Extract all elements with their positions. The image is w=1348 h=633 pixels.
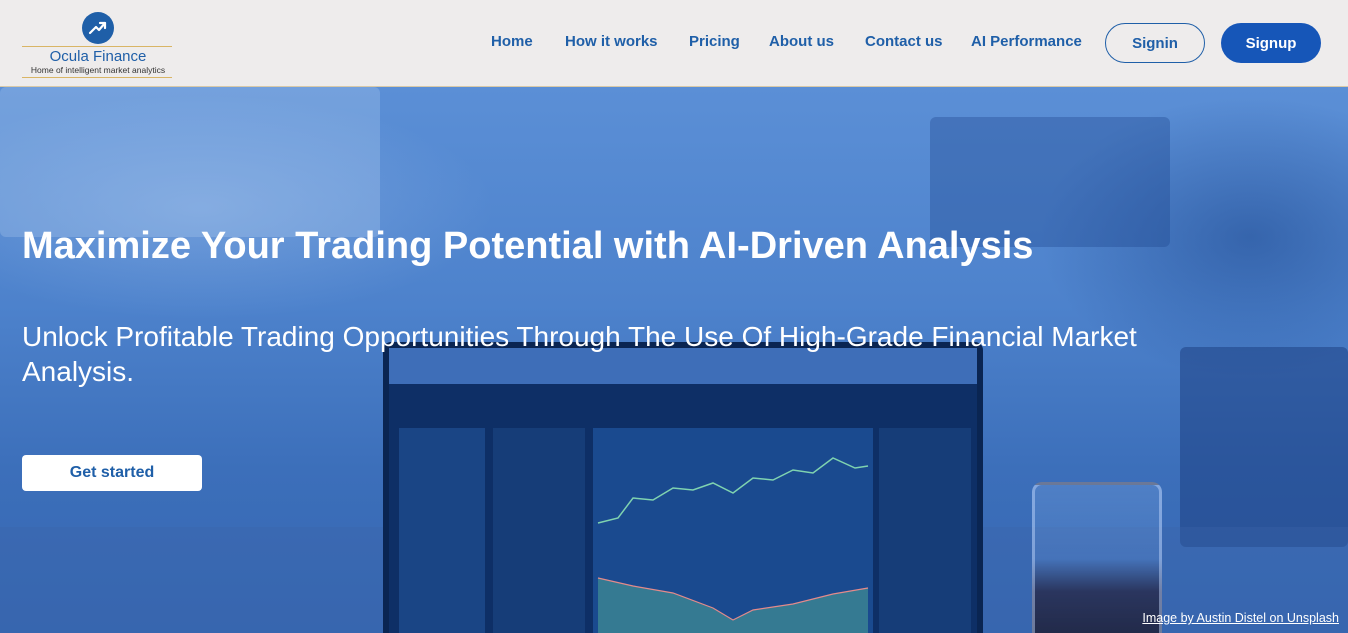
- screen-chart-lines: [597, 457, 869, 633]
- hero-subtitle: Unlock Profitable Trading Opportunities …: [22, 321, 1137, 387]
- image-credit-link[interactable]: Image by Austin Distel on Unsplash: [1142, 611, 1339, 625]
- nav-pricing[interactable]: Pricing: [689, 33, 740, 50]
- nav-home[interactable]: Home: [491, 33, 533, 50]
- background-window: [0, 87, 380, 237]
- trend-up-arrow-icon: [82, 12, 114, 44]
- nav-about-us[interactable]: About us: [769, 33, 834, 50]
- signup-button[interactable]: Signup: [1221, 23, 1321, 63]
- logo-divider-bottom: [22, 77, 172, 78]
- screen-price-chart: [593, 428, 873, 633]
- nav-ai-performance[interactable]: AI Performance: [971, 33, 1082, 50]
- get-started-button[interactable]: Get started: [22, 455, 202, 491]
- nav-contact-us[interactable]: Contact us: [865, 33, 943, 50]
- screen-order-panel: [399, 428, 485, 633]
- brand-tagline: Home of intelligent market analytics: [30, 65, 166, 75]
- site-header: Ocula Finance Home of intelligent market…: [0, 0, 1348, 87]
- brand-logo[interactable]: Ocula Finance Home of intelligent market…: [22, 12, 174, 78]
- hero-title: Maximize Your Trading Potential with AI-…: [22, 225, 1034, 267]
- brand-name: Ocula Finance: [49, 48, 147, 65]
- signin-button[interactable]: Signin: [1105, 23, 1205, 63]
- nav-how-it-works[interactable]: How it works: [565, 33, 658, 50]
- hero-section: Maximize Your Trading Potential with AI-…: [0, 87, 1348, 633]
- logo-divider: [22, 46, 172, 47]
- screen-order-book: [493, 428, 585, 633]
- screen-trades-list: [879, 428, 971, 633]
- background-monitor: [1180, 347, 1348, 547]
